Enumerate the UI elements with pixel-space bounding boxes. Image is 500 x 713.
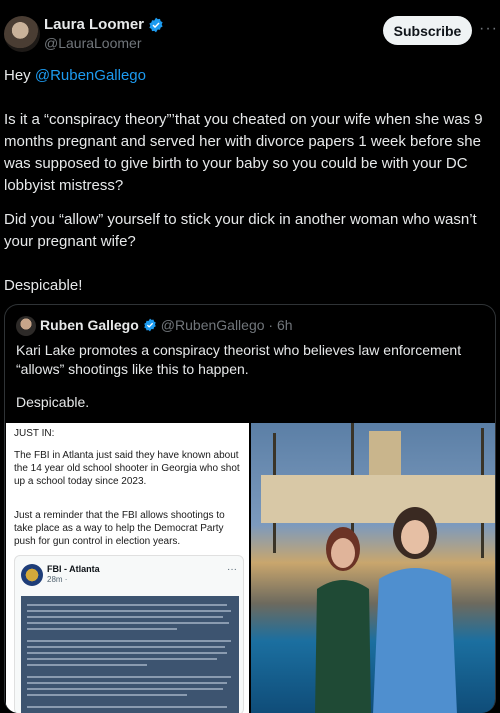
embedded-statement-image	[21, 596, 239, 713]
quote-image-screenshot[interactable]: JUST IN: The FBI in Atlanta just said th…	[6, 423, 249, 713]
quote-avatar[interactable]	[16, 316, 36, 336]
more-icon[interactable]: ···	[479, 20, 498, 38]
mention-link[interactable]: @RubenGallego	[35, 67, 146, 84]
embedded-timestamp: 28m ·	[47, 575, 68, 584]
author-name[interactable]: Laura Loomer	[44, 16, 144, 33]
post-paragraph-2: Did you “allow” yourself to stick your d…	[4, 211, 477, 250]
embedded-post-card: FBI - Atlanta 28m · ···	[14, 555, 244, 713]
person-left	[315, 527, 371, 713]
fbi-seal-icon	[21, 564, 43, 586]
screenshot-paragraph-1: The FBI in Atlanta just said they have k…	[14, 450, 240, 487]
subscribe-button[interactable]: Subscribe	[383, 16, 472, 45]
tower	[369, 431, 401, 481]
author-handle[interactable]: @LauraLoomer	[44, 35, 142, 51]
post-paragraph-1: Is it a “conspiracy theory”’that you che…	[4, 111, 483, 194]
post-paragraph-3: Despicable!	[4, 277, 83, 294]
screenshot-header: JUST IN:	[14, 428, 55, 439]
embedded-author-name: FBI - Atlanta	[47, 564, 100, 574]
screenshot-paragraph-2: Just a reminder that the FBI allows shoo…	[14, 510, 225, 547]
person-right	[373, 507, 457, 713]
post-greeting: Hey @RubenGallego	[4, 65, 494, 87]
quoted-post[interactable]: Ruben Gallego @RubenGallego · 6h Kari La…	[4, 304, 496, 713]
avatar[interactable]	[4, 16, 40, 52]
greeting-text: Hey	[4, 67, 35, 84]
quote-text-1: Kari Lake promotes a conspiracy theorist…	[16, 342, 462, 377]
verified-badge-icon	[144, 318, 156, 332]
quote-author-name[interactable]: Ruben Gallego	[40, 317, 139, 333]
quote-image-photo[interactable]	[251, 423, 495, 713]
quote-text-2: Despicable.	[16, 394, 90, 410]
more-icon: ···	[227, 564, 237, 575]
quote-author-handle[interactable]: @RubenGallego · 6h	[161, 317, 293, 333]
author-name-row[interactable]: Laura Loomer	[44, 16, 164, 33]
post-header: Laura Loomer @LauraLoomer Subscribe ···	[0, 0, 500, 60]
quote-author-row[interactable]: Ruben Gallego @RubenGallego · 6h	[40, 317, 293, 333]
verified-badge-icon	[149, 17, 163, 32]
